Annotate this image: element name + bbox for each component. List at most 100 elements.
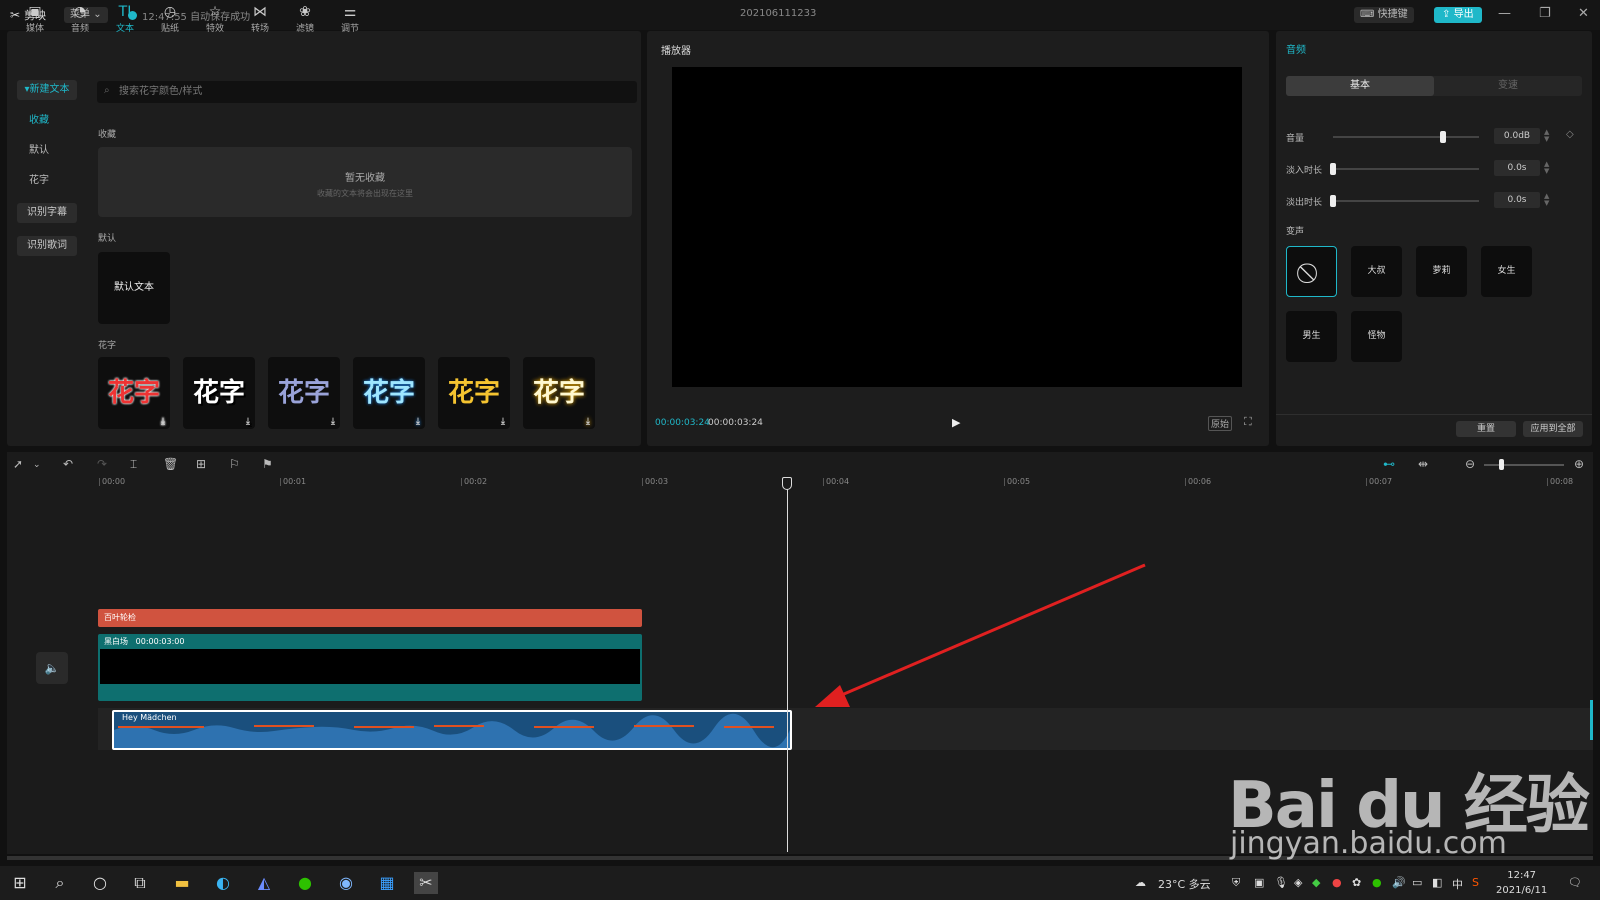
browser-icon[interactable]: ◉ xyxy=(334,872,358,894)
sidebar-item-default[interactable]: 默认 xyxy=(17,141,77,161)
tool-sticker[interactable]: ◷ 贴纸 xyxy=(148,3,192,34)
stepper-icon[interactable]: ▲ ▼ xyxy=(1544,161,1549,175)
fade-out-value[interactable]: 0.0s xyxy=(1494,192,1540,208)
track-scroll-indicator[interactable] xyxy=(1590,700,1593,740)
notification-icon[interactable]: 🗨 xyxy=(1568,876,1582,889)
weather-icon[interactable]: ☁ xyxy=(1135,876,1146,889)
app-icon[interactable]: ◭ xyxy=(252,872,276,894)
volume-slider-thumb[interactable] xyxy=(1439,131,1446,143)
edge-browser-icon[interactable]: ◐ xyxy=(211,872,235,894)
keyframe-icon[interactable]: ◇ xyxy=(1566,129,1574,140)
volume-value[interactable]: 0.0dB xyxy=(1494,128,1540,144)
tray-app-icon[interactable]: ▣ xyxy=(1254,876,1264,889)
sidebar-item-favorites[interactable]: 收藏 xyxy=(17,111,77,131)
new-text-button[interactable]: ▾新建文本 xyxy=(17,80,77,100)
task-view-icon[interactable]: ⧉ xyxy=(128,872,152,894)
chevron-down-icon[interactable]: ⌄ xyxy=(33,460,41,470)
zoom-out-icon[interactable]: ⊖ xyxy=(1465,457,1475,471)
wechat-icon[interactable]: ● xyxy=(293,872,317,894)
tray-app-icon[interactable]: ● xyxy=(1332,876,1342,889)
voice-option[interactable]: 男生 xyxy=(1286,311,1337,362)
fullscreen-icon[interactable]: ⛶ xyxy=(1244,415,1252,429)
weather-text[interactable]: 23°C 多云 xyxy=(1158,876,1211,892)
shortcut-button[interactable]: ⌨ 快捷键 xyxy=(1354,7,1414,23)
freeze-frame-icon[interactable]: ⊞ xyxy=(196,457,206,471)
zoom-in-icon[interactable]: ⊕ xyxy=(1574,457,1584,471)
huazi-tile[interactable]: 花字 ⤓ xyxy=(268,357,340,429)
audio-clip[interactable]: Hey Mädchen xyxy=(112,710,792,750)
search-icon[interactable]: ⌕ xyxy=(48,872,72,894)
stepper-icon[interactable]: ▲ ▼ xyxy=(1544,129,1549,143)
system-clock[interactable]: 12:47 2021/6/11 xyxy=(1496,868,1547,898)
paint-icon[interactable]: ▦ xyxy=(375,872,399,894)
microphone-icon[interactable]: 🎙 xyxy=(1274,876,1288,889)
preview-axis-icon[interactable]: ⇹ xyxy=(1418,457,1428,471)
wechat-tray-icon[interactable]: ● xyxy=(1372,876,1382,889)
tray-app-icon[interactable]: ◧ xyxy=(1432,876,1442,889)
effect-clip[interactable]: 百叶轮检 xyxy=(98,609,642,627)
tool-audio[interactable]: ◔ 音频 xyxy=(58,3,102,34)
recognize-subtitle-button[interactable]: 识别字幕 xyxy=(17,203,77,223)
fade-in-value[interactable]: 0.0s xyxy=(1494,160,1540,176)
original-ratio-button[interactable]: 原始 xyxy=(1208,416,1233,431)
fade-in-slider-thumb[interactable] xyxy=(1330,163,1336,175)
tool-media[interactable]: ▣ 媒体 xyxy=(13,3,57,34)
voice-option[interactable]: 女生 xyxy=(1481,246,1532,297)
tab-speed[interactable]: 变速 xyxy=(1434,76,1582,96)
cortana-icon[interactable]: ○ xyxy=(88,872,112,894)
redo-icon[interactable]: ↷ xyxy=(97,457,107,471)
sidebar-item-huazi[interactable]: 花字 xyxy=(17,171,77,191)
tool-filter[interactable]: ❀ 滤镜 xyxy=(283,3,327,34)
reset-button[interactable]: 重置 xyxy=(1456,421,1516,437)
file-explorer-icon[interactable]: ▬ xyxy=(170,872,194,894)
search-input[interactable]: 搜索花字颜色/样式 xyxy=(97,81,637,103)
voice-option[interactable]: 萝莉 xyxy=(1416,246,1467,297)
huazi-tile[interactable]: 花字 ⤓ xyxy=(438,357,510,429)
playhead-handle[interactable] xyxy=(782,477,792,490)
sogou-icon[interactable]: S xyxy=(1472,876,1479,889)
voice-option[interactable]: 大叔 xyxy=(1351,246,1402,297)
stepper-icon[interactable]: ▲ ▼ xyxy=(1544,193,1549,207)
marker-icon[interactable]: ⚐ xyxy=(229,457,240,471)
default-text-tile[interactable]: 默认文本 xyxy=(98,252,170,324)
tool-text[interactable]: TI 文本 xyxy=(103,3,147,34)
playhead[interactable] xyxy=(787,484,788,852)
mute-track-icon[interactable]: 🔈 xyxy=(36,652,68,684)
close-icon[interactable]: ✕ xyxy=(1578,6,1589,21)
undo-icon[interactable]: ↶ xyxy=(63,457,73,471)
video-preview[interactable] xyxy=(672,67,1242,387)
voice-option[interactable]: 怪物 xyxy=(1351,311,1402,362)
magnet-link-icon[interactable]: ⊷ xyxy=(1383,457,1395,471)
marker-clear-icon[interactable]: ⚑ xyxy=(262,457,273,471)
play-icon[interactable]: ▶ xyxy=(952,416,960,429)
delete-icon[interactable]: 🗑 xyxy=(163,457,178,471)
input-method[interactable]: 中 xyxy=(1452,876,1463,892)
zoom-slider[interactable] xyxy=(1484,464,1564,466)
huazi-tile[interactable]: 花字 ⤓ xyxy=(353,357,425,429)
volume-icon[interactable]: 🔊 xyxy=(1392,876,1406,889)
video-clip[interactable]: 黑白场 00:00:03:00 xyxy=(98,634,642,701)
volume-slider[interactable] xyxy=(1333,136,1479,138)
network-icon[interactable]: ▭ xyxy=(1412,876,1422,889)
tab-basic[interactable]: 基本 xyxy=(1286,76,1434,96)
security-icon[interactable]: ⛨ xyxy=(1232,876,1240,890)
tray-app-icon[interactable]: ◆ xyxy=(1312,876,1320,889)
zoom-slider-thumb[interactable] xyxy=(1499,459,1504,470)
huazi-tile[interactable]: 花字 ⤓ xyxy=(523,357,595,429)
tray-app-icon[interactable]: ◈ xyxy=(1294,876,1302,889)
windows-start-icon[interactable]: ⊞ xyxy=(8,872,32,894)
huazi-tile[interactable]: 花字 ⤓ xyxy=(98,357,170,429)
apply-all-button[interactable]: 应用到全部 xyxy=(1523,421,1583,437)
recognize-lyrics-button[interactable]: 识别歌词 xyxy=(17,236,77,256)
tool-effect[interactable]: ☆ 特效 xyxy=(193,3,237,34)
fade-out-slider[interactable] xyxy=(1333,200,1479,202)
tray-app-icon[interactable]: ✿ xyxy=(1352,876,1361,889)
tool-transition[interactable]: ⋈ 转场 xyxy=(238,3,282,34)
huazi-tile[interactable]: 花字 ⤓ xyxy=(183,357,255,429)
fade-in-slider[interactable] xyxy=(1333,168,1479,170)
capcut-taskbar-icon[interactable]: ✂ xyxy=(414,872,438,894)
fade-out-slider-thumb[interactable] xyxy=(1330,195,1336,207)
voice-none-button[interactable]: ⃠ xyxy=(1286,246,1337,297)
restore-icon[interactable]: ❐ xyxy=(1539,6,1551,21)
export-button[interactable]: ⇪ 导出 xyxy=(1434,7,1482,23)
